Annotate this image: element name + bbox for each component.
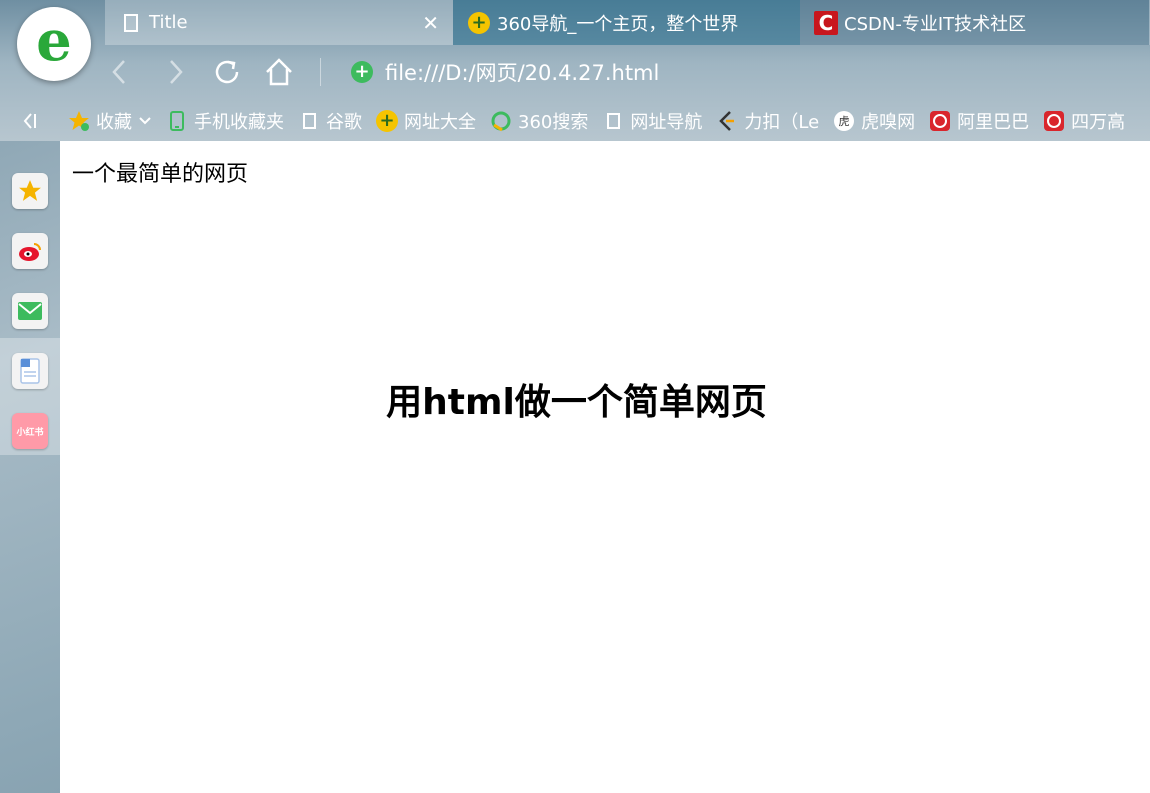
alibaba-icon — [1043, 110, 1065, 132]
bookmark-label: 阿里巴巴 — [957, 111, 1030, 133]
document-icon — [119, 11, 143, 35]
bookmark-huxiu[interactable]: 虎 虎嗅网 — [833, 108, 915, 134]
tab-csdn[interactable]: C CSDN-专业IT技术社区 — [800, 0, 1150, 45]
bookmark-label: 收藏 — [96, 111, 132, 133]
bookmarks-bar: 收藏 手机收藏夹 谷歌 + 网址大全 360搜索 网址导航 力扣（Le 虎 虎嗅… — [0, 100, 1150, 141]
huxiu-icon: 虎 — [833, 110, 855, 132]
page-viewport: 一个最简单的网页 用html做一个简单网页 — [60, 141, 1150, 793]
sidebar-xiaohongshu[interactable]: 小红书 — [12, 413, 48, 449]
bookmark-leetcode[interactable]: 力扣（Le — [716, 108, 819, 134]
sidebar-toggle-button[interactable] — [0, 111, 60, 131]
chevron-left-icon — [112, 60, 125, 84]
bookmark-mobile[interactable]: 手机收藏夹 — [166, 108, 284, 134]
mail-icon — [18, 302, 42, 320]
360-icon: + — [376, 109, 398, 132]
document-icon — [298, 110, 320, 132]
page-text: 一个最简单的网页 — [72, 162, 249, 187]
word-doc-icon — [20, 358, 40, 384]
tab-strip: Title ✕ + 360导航_一个主页，整个世界 C CSDN-专业IT技术社… — [105, 0, 1150, 45]
bookmark-label: 谷歌 — [326, 111, 362, 133]
bookmark-url-nav[interactable]: 网址导航 — [602, 108, 702, 134]
tab-label: Title — [149, 12, 188, 33]
bookmark-label: 手机收藏夹 — [194, 111, 284, 133]
sidebar-mail[interactable] — [12, 293, 48, 329]
tab-label: CSDN-专业IT技术社区 — [844, 13, 1027, 35]
bookmark-label: 力扣（Le — [744, 111, 820, 133]
browser-chrome: e Title ✕ + 360导航_一个主页，整个世界 C CSDN-专业IT技… — [0, 0, 1150, 141]
home-button[interactable] — [261, 54, 297, 90]
leetcode-icon — [716, 110, 738, 132]
site-info-icon[interactable]: + — [351, 61, 373, 83]
bookmark-siwangao[interactable]: 四万高 — [1043, 108, 1125, 134]
xiaohongshu-icon: 小红书 — [16, 427, 44, 438]
bookmark-google[interactable]: 谷歌 — [298, 108, 362, 134]
tab-label: 360导航_一个主页，整个世界 — [497, 13, 739, 35]
svg-text:虎: 虎 — [839, 115, 850, 128]
search-360-icon — [490, 110, 512, 132]
favorites-star-icon — [19, 180, 41, 201]
reload-icon — [215, 60, 239, 84]
bookmark-url-directory[interactable]: + 网址大全 — [376, 108, 476, 134]
forward-button[interactable] — [157, 54, 193, 90]
address-bar[interactable]: + file:///D:/网页/20.4.27.html — [345, 52, 1135, 92]
close-icon[interactable]: ✕ — [422, 11, 439, 35]
reload-button[interactable] — [209, 54, 245, 90]
sidebar-weibo[interactable] — [12, 233, 48, 269]
star-icon — [68, 110, 90, 132]
alibaba-icon — [929, 110, 951, 132]
page-heading: 用html做一个简单网页 — [386, 382, 767, 423]
document-icon — [602, 110, 624, 132]
chevron-down-icon — [139, 116, 151, 124]
bookmark-alibaba[interactable]: 阿里巴巴 — [929, 108, 1029, 134]
csdn-icon: C — [814, 10, 838, 35]
collapse-left-icon — [23, 112, 36, 129]
address-url: file:///D:/网页/20.4.27.html — [385, 61, 660, 85]
weibo-icon — [19, 243, 41, 261]
phone-icon — [166, 110, 188, 132]
sidebar: 小红书 — [0, 141, 60, 793]
chevron-right-icon — [170, 60, 183, 84]
tab-title[interactable]: Title ✕ — [105, 0, 453, 45]
bookmark-360-search[interactable]: 360搜索 — [490, 108, 588, 134]
sidebar-word[interactable] — [12, 353, 48, 389]
sidebar-favorites[interactable] — [12, 173, 48, 209]
tab-360-nav[interactable]: + 360导航_一个主页，整个世界 — [453, 0, 800, 45]
bookmark-label: 360搜索 — [518, 111, 589, 133]
360-icon: + — [467, 11, 491, 35]
browser-logo[interactable]: e — [17, 7, 91, 81]
toolbar-divider — [320, 58, 321, 86]
home-icon — [266, 58, 292, 86]
bookmark-label: 网址大全 — [404, 111, 476, 133]
bookmark-label: 四万高 — [1071, 111, 1126, 133]
bookmark-label: 虎嗅网 — [861, 111, 916, 133]
back-button[interactable] — [102, 54, 138, 90]
browser-logo-icon: e — [36, 8, 72, 74]
bookmark-label: 网址导航 — [630, 111, 703, 133]
bookmark-favorites[interactable]: 收藏 — [68, 108, 152, 134]
